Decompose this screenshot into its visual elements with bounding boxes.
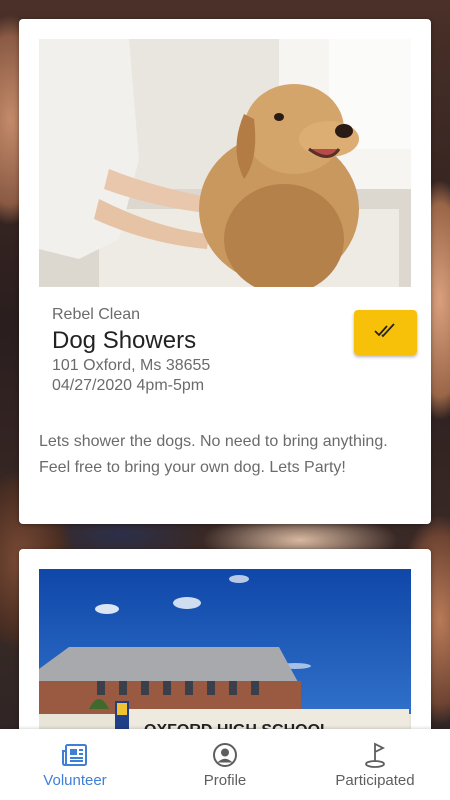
- double-check-icon: [373, 322, 398, 343]
- flag-icon: [361, 742, 389, 768]
- bottom-navigation: Volunteer Profile Participated: [0, 729, 450, 800]
- nav-label: Profile: [203, 772, 247, 789]
- nav-label: Participated: [335, 772, 415, 789]
- nav-participated[interactable]: Participated: [300, 729, 450, 800]
- organization-name: Rebel Clean: [52, 306, 141, 323]
- event-photo: [39, 39, 411, 287]
- event-address: 101 Oxford, Ms 38655: [52, 357, 211, 374]
- event-datetime: 04/27/2020 4pm-5pm: [52, 377, 205, 394]
- nav-profile[interactable]: Profile: [150, 729, 300, 800]
- event-card[interactable]: Rebel Clean Dog Showers 101 Oxford, Ms 3…: [19, 19, 431, 524]
- newspaper-icon: [61, 742, 89, 768]
- event-description: Lets shower the dogs. No need to bring a…: [39, 433, 388, 476]
- user-circle-icon: [211, 742, 239, 768]
- participate-button[interactable]: [354, 310, 417, 355]
- event-title: Dog Showers: [52, 327, 197, 354]
- nav-volunteer[interactable]: Volunteer: [0, 729, 150, 800]
- nav-label: Volunteer: [43, 772, 107, 789]
